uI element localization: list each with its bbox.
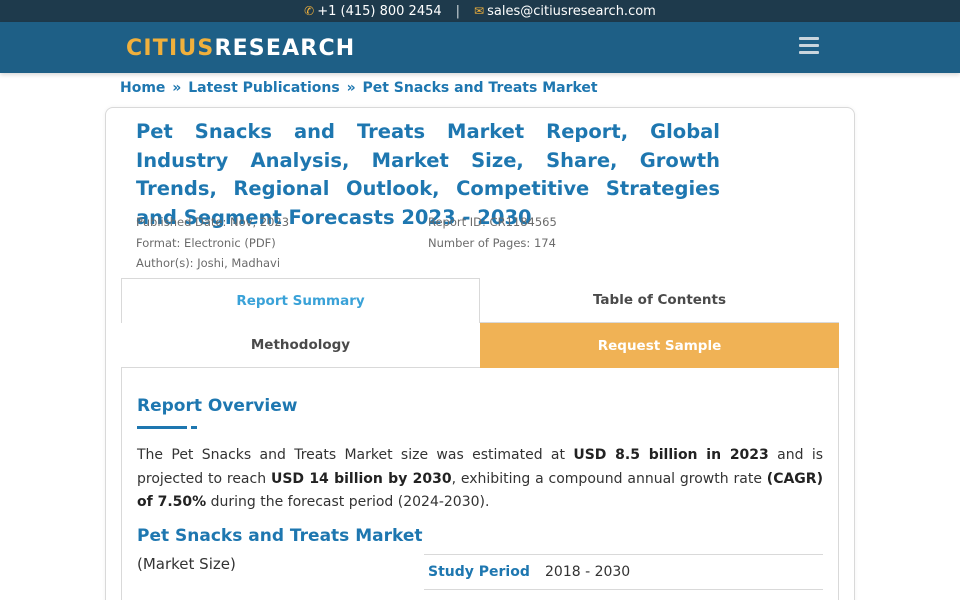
market-size-2023: USD 8.5 billion in 2023 bbox=[573, 447, 769, 463]
market-size-subheading: (Market Size) bbox=[137, 555, 236, 573]
overview-text-4: during the forecast period (2024-2030). bbox=[206, 494, 490, 510]
breadcrumb-separator: » bbox=[346, 80, 356, 96]
logo-part-citius: CITIUS bbox=[126, 36, 215, 61]
table-row: Study Period 2018 - 2030 bbox=[424, 555, 823, 590]
report-id: Report ID: CR1184565 bbox=[428, 215, 557, 229]
phone-link[interactable]: ✆ +1 (415) 800 2454 bbox=[304, 4, 441, 19]
contact-bar-inner: ✆ +1 (415) 800 2454 | ✉ sales@citiusresear… bbox=[0, 0, 960, 22]
tab-report-summary[interactable]: Report Summary bbox=[121, 278, 480, 323]
breadcrumb-home[interactable]: Home bbox=[120, 80, 165, 96]
published-date: Published Date: Nov, 2023 bbox=[136, 215, 290, 229]
heading-underline bbox=[137, 426, 197, 429]
report-authors: Author(s): Joshi, Madhavi bbox=[136, 256, 281, 270]
envelope-icon: ✉ bbox=[474, 3, 485, 18]
market-size-2030: USD 14 billion by 2030 bbox=[270, 470, 452, 487]
breadcrumb-current-page[interactable]: Pet Snacks and Treats Market bbox=[362, 80, 597, 96]
phone-icon: ✆ bbox=[304, 3, 315, 18]
logo-part-research: RESEARCH bbox=[214, 36, 356, 61]
breadcrumb: Home » Latest Publications » Pet Snacks … bbox=[120, 80, 598, 96]
report-pages: Number of Pages: 174 bbox=[428, 236, 556, 250]
report-overview-heading: Report Overview bbox=[137, 396, 298, 416]
report-format: Format: Electronic (PDF) bbox=[136, 236, 276, 250]
overview-text-3: , exhibiting a compound annual growth ra… bbox=[451, 470, 767, 487]
email-link[interactable]: ✉ sales@citiusresearch.com bbox=[474, 4, 656, 19]
phone-text: +1 (415) 800 2454 bbox=[317, 3, 442, 19]
breadcrumb-latest-publications[interactable]: Latest Publications bbox=[188, 80, 339, 96]
main-navbar: CITIUSRESEARCH bbox=[0, 22, 960, 73]
contact-separator: | bbox=[455, 3, 461, 19]
request-sample-button[interactable]: Request Sample bbox=[480, 323, 839, 368]
contact-bar: ✆ +1 (415) 800 2454 | ✉ sales@citiusresear… bbox=[0, 0, 960, 22]
tab-table-of-contents[interactable]: Table of Contents bbox=[480, 278, 839, 323]
overview-paragraph: The Pet Snacks and Treats Market size wa… bbox=[137, 444, 823, 515]
market-heading: Pet Snacks and Treats Market bbox=[137, 526, 423, 546]
tab-methodology[interactable]: Methodology bbox=[121, 323, 480, 368]
study-period-label: Study Period bbox=[428, 564, 530, 580]
email-text: sales@citiusresearch.com bbox=[487, 3, 656, 19]
site-logo[interactable]: CITIUSRESEARCH bbox=[126, 36, 355, 61]
study-details-table: Study Period 2018 - 2030 bbox=[424, 554, 823, 590]
overview-text-1: The Pet Snacks and Treats Market size wa… bbox=[137, 447, 574, 463]
study-period-value: 2018 - 2030 bbox=[545, 564, 631, 580]
hamburger-menu-icon[interactable] bbox=[799, 37, 821, 55]
breadcrumb-separator: » bbox=[172, 80, 182, 96]
